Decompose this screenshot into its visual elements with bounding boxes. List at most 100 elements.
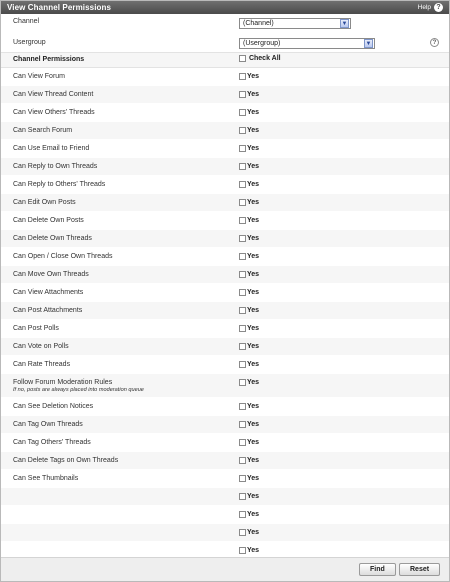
permission-yes-control[interactable]: Yes (239, 235, 259, 242)
permission-yes-label: Yes (247, 289, 260, 296)
help-link[interactable]: Help ? (418, 3, 443, 12)
chevron-down-icon: ▼ (364, 39, 373, 48)
permission-label: Can Edit Own Posts (13, 199, 76, 206)
permission-checkbox[interactable] (239, 199, 246, 206)
permission-yes-control[interactable]: Yes (239, 217, 259, 224)
permission-yes-control[interactable]: Yes (239, 475, 259, 482)
check-all-checkbox[interactable] (239, 55, 246, 62)
permission-checkbox[interactable] (239, 127, 246, 134)
permission-checkbox[interactable] (239, 379, 246, 386)
permission-label-text: Can See Thumbnails (13, 475, 79, 482)
permission-label-text: Can View Forum (13, 73, 66, 80)
permission-yes-control[interactable]: Yes (239, 163, 259, 170)
permission-checkbox[interactable] (239, 253, 246, 260)
permission-label: Can Tag Own Threads (13, 421, 83, 428)
permission-yes-label: Yes (247, 307, 260, 314)
permissions-header: Channel Permissions (13, 56, 85, 63)
find-button[interactable]: Find (359, 563, 396, 576)
permission-checkbox[interactable] (239, 325, 246, 332)
permission-label-text: Can Reply to Own Threads (13, 163, 98, 170)
permission-yes-control[interactable]: Yes (239, 307, 259, 314)
permission-checkbox[interactable] (239, 73, 246, 80)
permission-checkbox[interactable] (239, 475, 246, 482)
usergroup-select[interactable]: (Usergroup) ▼ (239, 38, 375, 49)
permission-checkbox[interactable] (239, 145, 246, 152)
permission-yes-label: Yes (247, 181, 260, 188)
check-all-label: Check All (248, 55, 281, 62)
permission-checkbox[interactable] (239, 547, 246, 554)
permission-row: Can Open / Close Own Threads Yes (1, 248, 449, 266)
permission-row: Can Tag Others' Threads Yes (1, 434, 449, 452)
permission-yes-control[interactable]: Yes (239, 493, 259, 500)
permission-checkbox[interactable] (239, 91, 246, 98)
permission-checkbox[interactable] (239, 307, 246, 314)
permission-yes-label: Yes (247, 163, 260, 170)
permission-yes-control[interactable]: Yes (239, 145, 259, 152)
permission-yes-control[interactable]: Yes (239, 289, 259, 296)
permission-row: Can Edit Own Posts Yes (1, 194, 449, 212)
permission-yes-control[interactable]: Yes (239, 325, 259, 332)
permission-checkbox[interactable] (239, 361, 246, 368)
reset-button[interactable]: Reset (399, 563, 441, 576)
permission-checkbox[interactable] (239, 181, 246, 188)
permission-checkbox[interactable] (239, 511, 246, 518)
permission-yes-control[interactable]: Yes (239, 511, 259, 518)
permission-yes-control[interactable]: Yes (239, 379, 259, 386)
permission-yes-control[interactable]: Yes (239, 199, 259, 206)
channel-select-value: (Channel) (243, 20, 274, 27)
permission-row: Can Post Polls Yes (1, 320, 449, 338)
permission-yes-control[interactable]: Yes (239, 361, 259, 368)
permission-checkbox[interactable] (239, 421, 246, 428)
permission-yes-control[interactable]: Yes (239, 403, 259, 410)
permission-yes-label: Yes (247, 271, 260, 278)
channel-select[interactable]: (Channel) ▼ (239, 18, 351, 29)
permission-checkbox[interactable] (239, 457, 246, 464)
permission-yes-control[interactable]: Yes (239, 529, 259, 536)
permission-row: Can Reply to Own Threads Yes (1, 158, 449, 176)
permission-yes-control[interactable]: Yes (239, 253, 259, 260)
permission-yes-label: Yes (247, 343, 260, 350)
permission-yes-control[interactable]: Yes (239, 73, 259, 80)
help-label: Help (417, 4, 431, 11)
permission-checkbox[interactable] (239, 343, 246, 350)
permission-checkbox[interactable] (239, 271, 246, 278)
permission-yes-control[interactable]: Yes (239, 343, 259, 350)
permission-row: Can Move Own Threads Yes (1, 266, 449, 284)
check-all-control[interactable]: Check All (239, 55, 281, 62)
permission-yes-control[interactable]: Yes (239, 421, 259, 428)
permission-label-text: Can Post Attachments (13, 307, 83, 314)
permission-checkbox[interactable] (239, 439, 246, 446)
permission-checkbox[interactable] (239, 493, 246, 500)
permission-checkbox[interactable] (239, 217, 246, 224)
permission-yes-control[interactable]: Yes (239, 127, 259, 134)
permission-label-text: Can View Thread Content (13, 91, 94, 98)
permission-yes-control[interactable]: Yes (239, 457, 259, 464)
permission-checkbox[interactable] (239, 403, 246, 410)
permission-yes-label: Yes (247, 217, 260, 224)
usergroup-help-icon[interactable]: ? (430, 38, 439, 47)
permission-row: Can Delete Own Threads Yes (1, 230, 449, 248)
permission-row: Can Delete Own Posts Yes (1, 212, 449, 230)
permission-yes-control[interactable]: Yes (239, 181, 259, 188)
permission-checkbox[interactable] (239, 109, 246, 116)
permission-label-text: Can View Attachments (13, 289, 84, 296)
permission-yes-control[interactable]: Yes (239, 271, 259, 278)
permission-label: Can Reply to Others' Threads (13, 181, 105, 188)
permission-label: Can Rate Threads (13, 361, 70, 368)
permission-yes-control[interactable]: Yes (239, 91, 259, 98)
permission-label: Can Search Forum (13, 127, 72, 134)
permission-yes-control[interactable]: Yes (239, 439, 259, 446)
permission-checkbox[interactable] (239, 529, 246, 536)
permission-yes-label: Yes (247, 199, 260, 206)
permission-checkbox[interactable] (239, 163, 246, 170)
permission-yes-label: Yes (247, 253, 260, 260)
usergroup-label: Usergroup (13, 39, 46, 46)
permission-checkbox[interactable] (239, 235, 246, 242)
permission-label-text: Can Move Own Threads (13, 271, 89, 278)
permission-yes-label: Yes (247, 529, 260, 536)
permission-label: Can Post Attachments (13, 307, 82, 314)
permission-yes-control[interactable]: Yes (239, 109, 259, 116)
permission-yes-control[interactable]: Yes (239, 547, 259, 554)
permission-checkbox[interactable] (239, 289, 246, 296)
permission-label-text: Can See Deletion Notices (13, 403, 94, 410)
